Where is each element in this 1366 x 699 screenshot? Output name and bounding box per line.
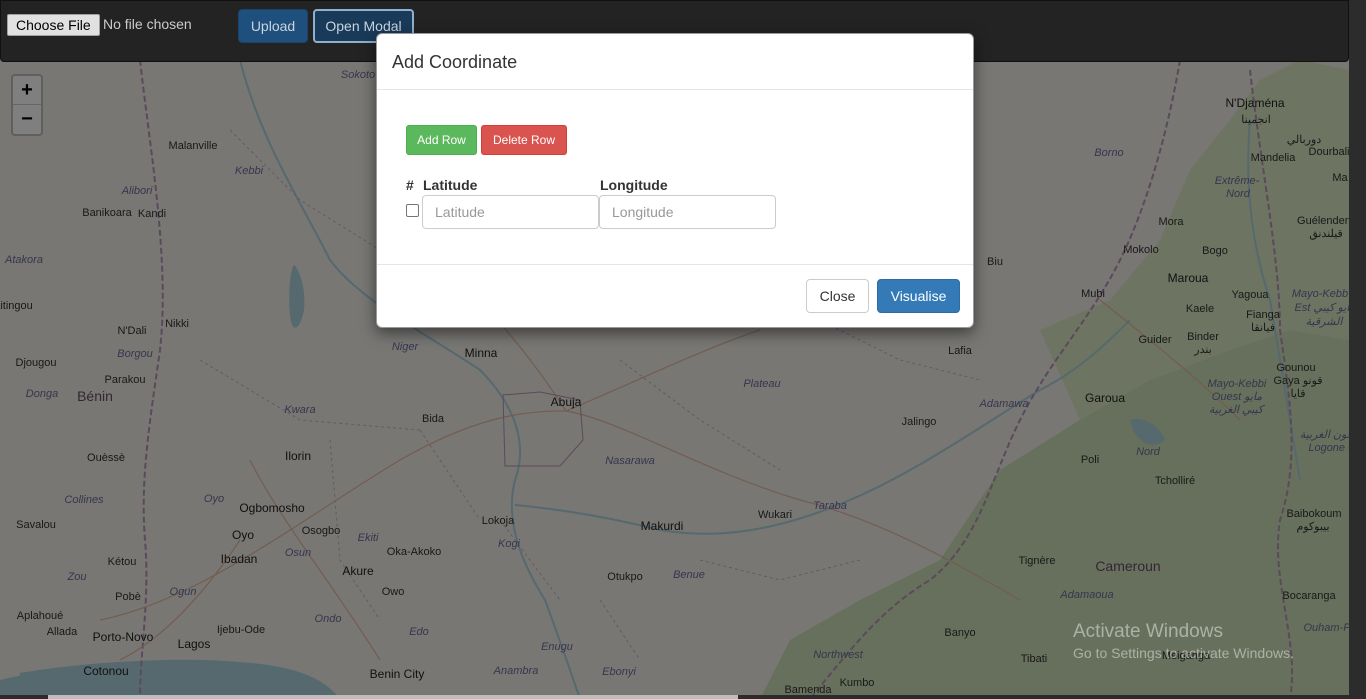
vertical-scrollbar[interactable] [1349, 0, 1366, 699]
add-row-button[interactable]: Add Row [406, 125, 477, 155]
longitude-input[interactable]: Longitude [599, 195, 776, 229]
row-select-checkbox[interactable] [406, 204, 419, 217]
visualise-button[interactable]: Visualise [877, 279, 960, 313]
activation-watermark-subtitle: Go to Settings to activate Windows. [1073, 645, 1294, 661]
column-header-index: # [406, 177, 414, 193]
add-coordinate-modal: Add Coordinate Add Row Delete Row # Lati… [376, 33, 974, 328]
zoom-out-button[interactable]: − [13, 105, 41, 134]
choose-file-button[interactable]: Choose File [7, 14, 100, 36]
upload-button[interactable]: Upload [238, 9, 308, 43]
scrollbar-thumb[interactable] [48, 695, 738, 699]
close-button[interactable]: Close [806, 279, 869, 313]
delete-row-button[interactable]: Delete Row [481, 125, 567, 155]
modal-body: Add Row Delete Row # Latitude Longitude … [377, 90, 973, 265]
column-header-longitude: Longitude [600, 177, 668, 193]
modal-header: Add Coordinate [377, 34, 973, 90]
horizontal-scrollbar[interactable] [0, 695, 1349, 699]
zoom-control: + − [11, 74, 43, 136]
zoom-in-button[interactable]: + [13, 76, 41, 105]
file-status-text: No file chosen [103, 16, 192, 32]
column-header-latitude: Latitude [423, 177, 478, 193]
modal-title: Add Coordinate [392, 52, 518, 72]
activation-watermark-title: Activate Windows [1073, 621, 1223, 642]
latitude-input[interactable]: Latitude [422, 195, 599, 229]
